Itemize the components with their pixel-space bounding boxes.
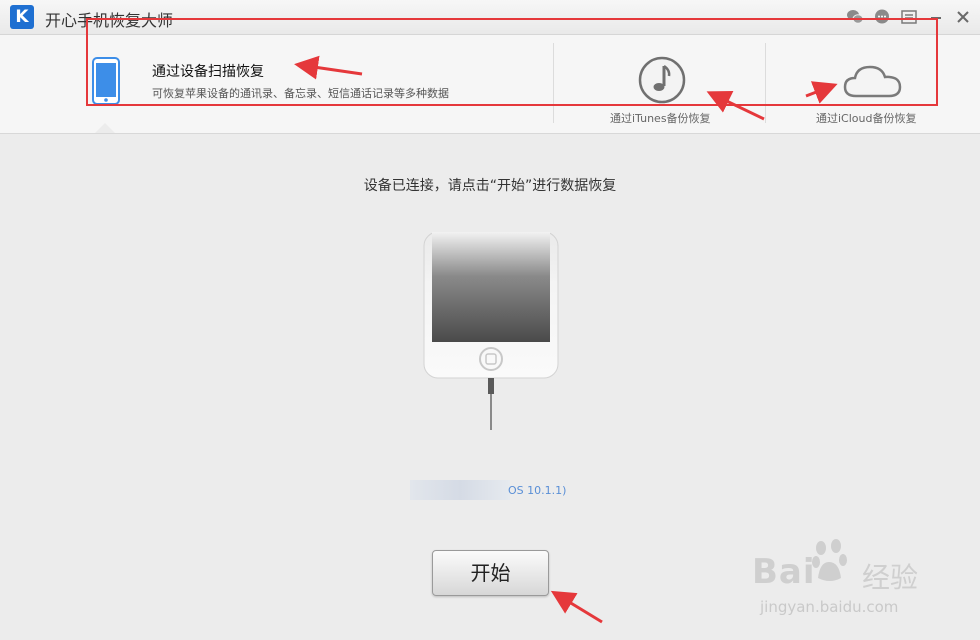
watermark-suffix: 经验 bbox=[862, 561, 919, 594]
iphone-illustration bbox=[423, 232, 559, 430]
active-tab-indicator bbox=[95, 123, 115, 133]
tab-itunes-label[interactable]: 通过iTunes备份恢复 bbox=[610, 110, 711, 126]
close-icon[interactable] bbox=[954, 8, 972, 26]
watermark-brand: Bai bbox=[752, 552, 816, 592]
app-logo: K bbox=[10, 5, 34, 29]
device-name-redacted bbox=[410, 480, 510, 500]
device-info: OS 10.1.1) bbox=[508, 484, 567, 497]
annotation-highlight-box bbox=[86, 18, 938, 106]
tab-icloud-label[interactable]: 通过iCloud备份恢复 bbox=[816, 110, 916, 126]
connection-status-message: 设备已连接，请点击“开始”进行数据恢复 bbox=[363, 178, 617, 194]
paw-icon bbox=[812, 539, 847, 581]
watermark-url: jingyan.baidu.com bbox=[760, 598, 899, 616]
start-button[interactable]: 开始 bbox=[432, 550, 549, 596]
